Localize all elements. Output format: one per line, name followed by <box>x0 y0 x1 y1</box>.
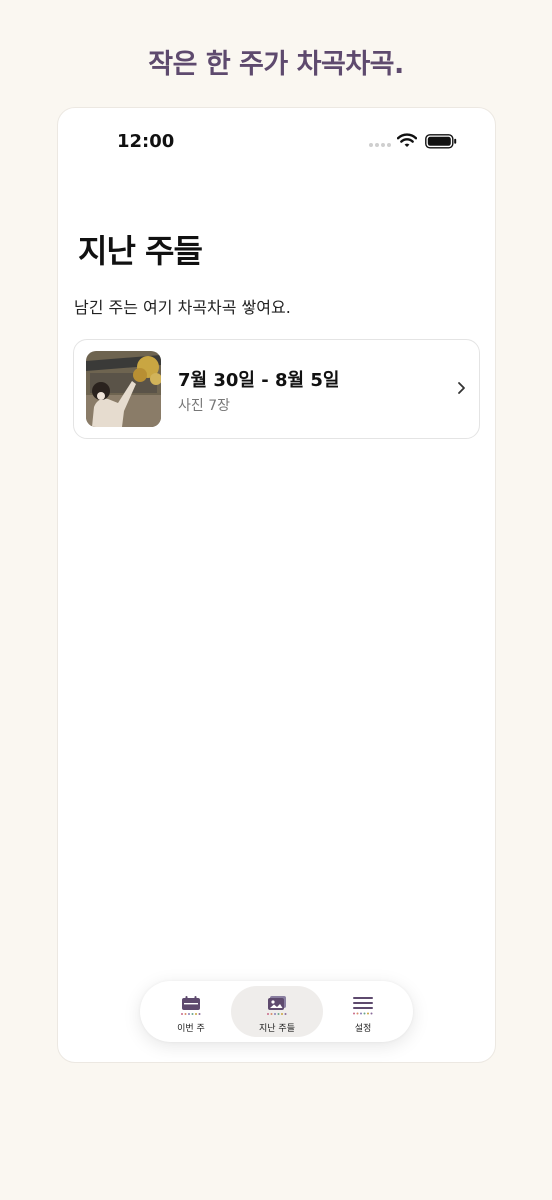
tab-label: 지난 주들 <box>259 1024 295 1034</box>
settings-sliders-icon <box>353 997 373 1015</box>
tab-settings[interactable]: 설정 <box>317 986 409 1037</box>
calendar-icon <box>181 996 201 1015</box>
battery-icon <box>425 134 457 149</box>
week-date-range: 7월 30일 - 8월 5일 <box>178 370 340 391</box>
promo-headline: 작은 한 주가 차곡차곡. <box>148 49 404 80</box>
page-subtitle: 남긴 주는 여기 차곡차곡 쌓여요. <box>74 298 291 317</box>
week-photo-count: 사진 7장 <box>178 398 230 414</box>
tab-past-weeks[interactable]: 지난 주들 <box>231 986 323 1037</box>
tab-label: 설정 <box>354 1024 372 1034</box>
phone-screen: 12:00 지난 주들 남긴 주는 여기 차곡차곡 쌓여요. 7월 30일 - … <box>57 107 496 1063</box>
status-time: 12:00 <box>117 131 175 152</box>
tab-bar: 이번 주 지난 주들 설정 <box>140 981 413 1042</box>
chevron-right-icon <box>458 382 465 394</box>
wifi-icon <box>397 133 417 147</box>
week-card[interactable]: 7월 30일 - 8월 5일 사진 7장 <box>73 339 480 439</box>
week-thumbnail <box>86 351 161 427</box>
page-title: 지난 주들 <box>78 232 203 270</box>
cellular-signal-icon <box>369 143 391 147</box>
tab-this-week[interactable]: 이번 주 <box>145 986 237 1037</box>
photo-stack-icon <box>267 996 287 1015</box>
tab-label: 이번 주 <box>177 1024 205 1034</box>
